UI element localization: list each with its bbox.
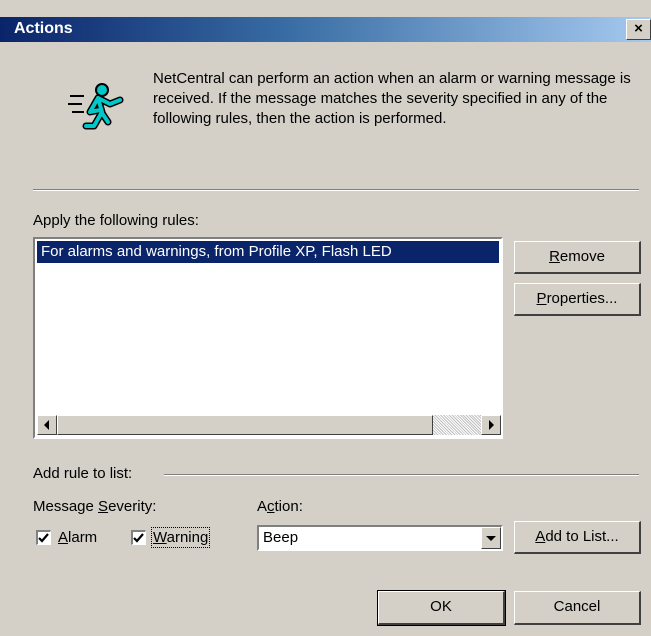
- severity-label: Message Severity:: [33, 498, 157, 515]
- scroll-track[interactable]: [433, 415, 481, 435]
- rules-label: Apply the following rules:: [33, 212, 199, 229]
- checkmark-icon: [38, 533, 49, 543]
- rule-list-item[interactable]: For alarms and warnings, from Profile XP…: [37, 241, 499, 263]
- separator-add-rule: [164, 474, 639, 476]
- remove-button[interactable]: Remove: [514, 241, 641, 274]
- alarm-label[interactable]: Alarm: [58, 529, 97, 546]
- scroll-right-button[interactable]: [481, 415, 501, 435]
- chevron-down-icon: [486, 536, 496, 541]
- running-person-icon: [68, 83, 124, 130]
- action-label: Action:: [257, 498, 303, 515]
- add-rule-label: Add rule to list:: [33, 465, 133, 482]
- intro-text: NetCentral can perform an action when an…: [153, 70, 631, 127]
- scroll-thumb[interactable]: [57, 415, 433, 435]
- warning-label[interactable]: Warning: [150, 527, 211, 548]
- dropdown-button[interactable]: [481, 527, 501, 549]
- arrow-left-icon: [44, 420, 49, 430]
- horizontal-scrollbar[interactable]: [37, 415, 501, 435]
- cancel-button[interactable]: Cancel: [514, 591, 641, 625]
- close-button[interactable]: ×: [626, 19, 651, 40]
- alarm-checkbox[interactable]: [36, 530, 51, 545]
- ok-button[interactable]: OK: [377, 590, 506, 626]
- action-dropdown-value: Beep: [263, 529, 299, 546]
- warning-checkbox[interactable]: [131, 530, 146, 545]
- properties-button[interactable]: Properties...: [514, 283, 641, 316]
- window-title: Actions: [14, 20, 73, 37]
- separator-top: [33, 189, 639, 191]
- rules-listbox[interactable]: For alarms and warnings, from Profile XP…: [33, 237, 503, 439]
- checkmark-icon: [133, 533, 144, 543]
- arrow-right-icon: [489, 420, 494, 430]
- title-bar-band: [0, 17, 651, 42]
- add-to-list-button[interactable]: Add to List...: [514, 521, 641, 554]
- close-icon: ×: [634, 20, 643, 37]
- title-bar: Actions ×: [0, 0, 651, 42]
- scroll-left-button[interactable]: [37, 415, 57, 435]
- action-dropdown[interactable]: Beep: [257, 525, 503, 551]
